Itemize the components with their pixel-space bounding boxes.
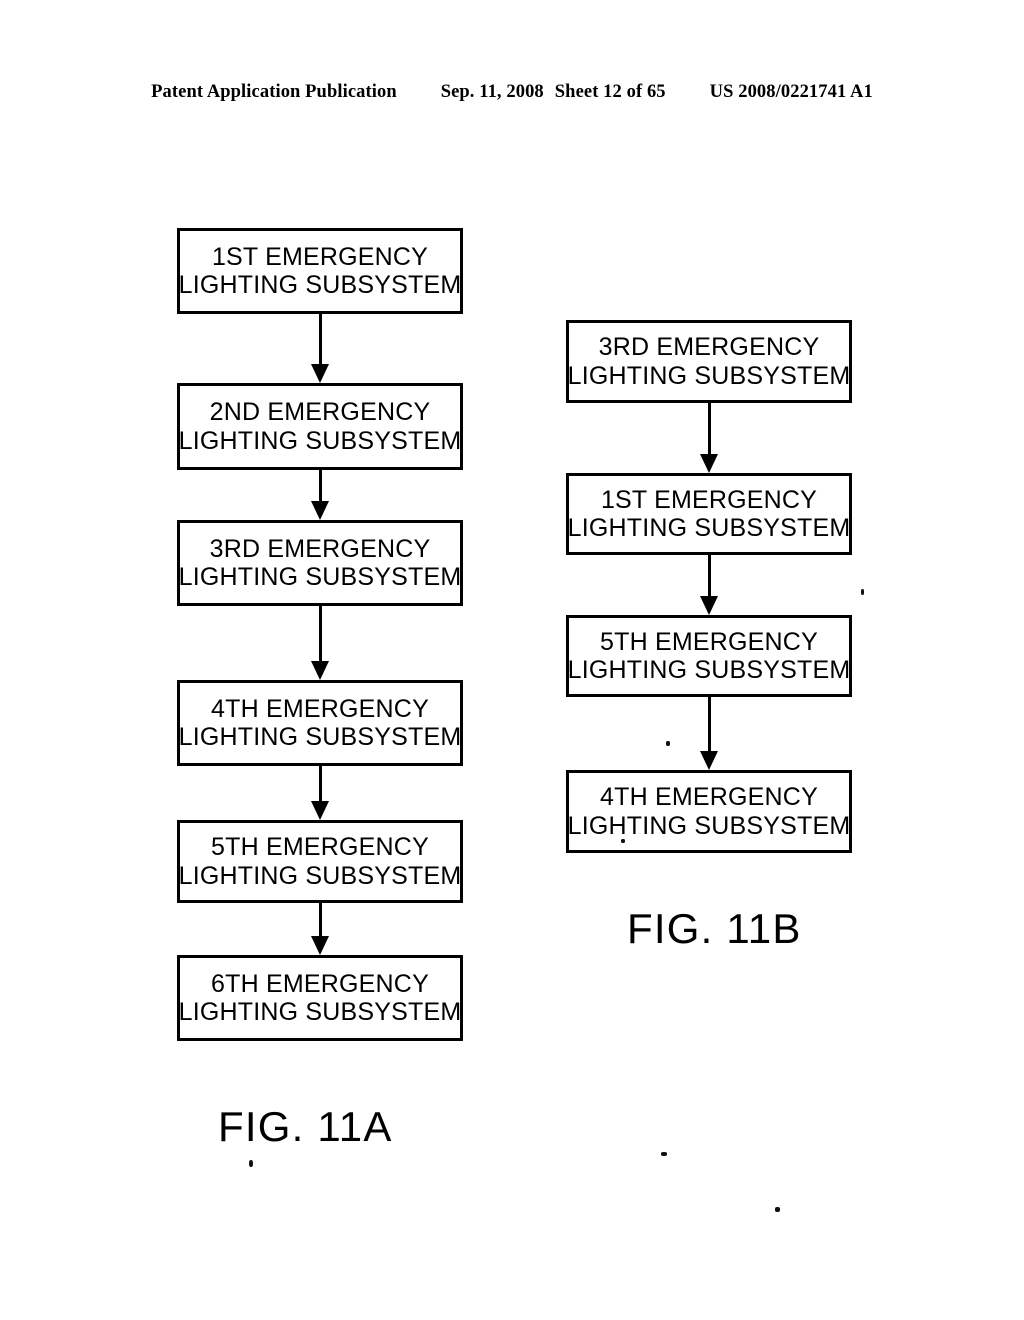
fig11a-box-2-line1: 2ND EMERGENCY bbox=[209, 398, 431, 426]
arrow-head-icon bbox=[311, 364, 329, 383]
fig11b-box-4-line1: 4TH EMERGENCY bbox=[600, 783, 818, 811]
arrow-head-icon bbox=[700, 596, 718, 615]
fig11a-box-3-line2: LIGHTING SUBSYSTEM bbox=[178, 563, 462, 591]
arrow-head-icon bbox=[311, 661, 329, 680]
fig11a-box-1: 1ST EMERGENCY LIGHTING SUBSYSTEM bbox=[177, 228, 463, 314]
fig11a-box-3-line1: 3RD EMERGENCY bbox=[209, 534, 431, 563]
scan-speck bbox=[861, 589, 864, 595]
arrow-shaft bbox=[707, 697, 711, 751]
scan-speck bbox=[775, 1207, 780, 1212]
fig11a-caption: FIG. 11A bbox=[218, 1103, 393, 1150]
fig11a-box-1-line2: LIGHTING SUBSYSTEM bbox=[178, 271, 462, 299]
arrow-head-icon bbox=[311, 501, 329, 520]
fig11a-box-2-line2: LIGHTING SUBSYSTEM bbox=[178, 426, 462, 455]
fig11a-box-4-line1: 4TH EMERGENCY bbox=[211, 694, 429, 723]
arrow-head-icon bbox=[700, 454, 718, 473]
scan-speck bbox=[249, 1160, 253, 1167]
fig11b-box-4: 4TH EMERGENCY LIGHTING SUBSYSTEM bbox=[566, 770, 852, 853]
fig11b-caption: FIG. 11B bbox=[627, 905, 802, 952]
fig11b-box-1: 3RD EMERGENCY LIGHTING SUBSYSTEM bbox=[566, 320, 852, 403]
arrow-head-icon bbox=[311, 801, 329, 820]
fig11b-box-1-line1: 3RD EMERGENCY bbox=[598, 333, 820, 361]
fig11b-box-2-line1: 1ST EMERGENCY bbox=[600, 485, 818, 514]
fig11a-box-5-line2: LIGHTING SUBSYSTEM bbox=[178, 861, 462, 890]
arrow-head-icon bbox=[311, 936, 329, 955]
fig11b-box-3-line1: 5TH EMERGENCY bbox=[600, 627, 818, 656]
fig11a-box-6-line1: 6TH EMERGENCY bbox=[211, 969, 429, 998]
arrow-shaft bbox=[318, 766, 322, 801]
scan-speck bbox=[661, 1152, 667, 1156]
fig11a-box-5-line1: 5TH EMERGENCY bbox=[211, 833, 429, 861]
arrow-shaft bbox=[318, 903, 322, 936]
arrow-shaft bbox=[707, 555, 711, 596]
fig11b-box-3: 5TH EMERGENCY LIGHTING SUBSYSTEM bbox=[566, 615, 852, 697]
fig11a-box-2: 2ND EMERGENCY LIGHTING SUBSYSTEM bbox=[177, 383, 463, 470]
scan-speck bbox=[621, 839, 625, 843]
fig11b-box-1-line2: LIGHTING SUBSYSTEM bbox=[567, 361, 851, 390]
fig11a-box-1-line1: 1ST EMERGENCY bbox=[211, 242, 429, 271]
fig11b-box-3-line2: LIGHTING SUBSYSTEM bbox=[567, 656, 851, 684]
arrow-shaft bbox=[318, 314, 322, 364]
arrow-shaft bbox=[318, 470, 322, 501]
arrow-head-icon bbox=[700, 751, 718, 770]
fig11a-box-4: 4TH EMERGENCY LIGHTING SUBSYSTEM bbox=[177, 680, 463, 766]
fig11a-box-6-line2: LIGHTING SUBSYSTEM bbox=[178, 998, 462, 1026]
fig11a-box-6: 6TH EMERGENCY LIGHTING SUBSYSTEM bbox=[177, 955, 463, 1041]
fig11a-box-4-line2: LIGHTING SUBSYSTEM bbox=[178, 723, 462, 751]
scan-speck bbox=[666, 741, 670, 746]
fig11b-box-2: 1ST EMERGENCY LIGHTING SUBSYSTEM bbox=[566, 473, 852, 555]
figures-region: 1ST EMERGENCY LIGHTING SUBSYSTEM 2ND EME… bbox=[0, 0, 1024, 1320]
arrow-shaft bbox=[318, 606, 322, 661]
fig11a-box-5: 5TH EMERGENCY LIGHTING SUBSYSTEM bbox=[177, 820, 463, 903]
fig11b-box-2-line2: LIGHTING SUBSYSTEM bbox=[567, 514, 851, 542]
fig11b-box-4-line2: LIGHTING SUBSYSTEM bbox=[567, 811, 851, 840]
fig11a-box-3: 3RD EMERGENCY LIGHTING SUBSYSTEM bbox=[177, 520, 463, 606]
arrow-shaft bbox=[707, 403, 711, 454]
